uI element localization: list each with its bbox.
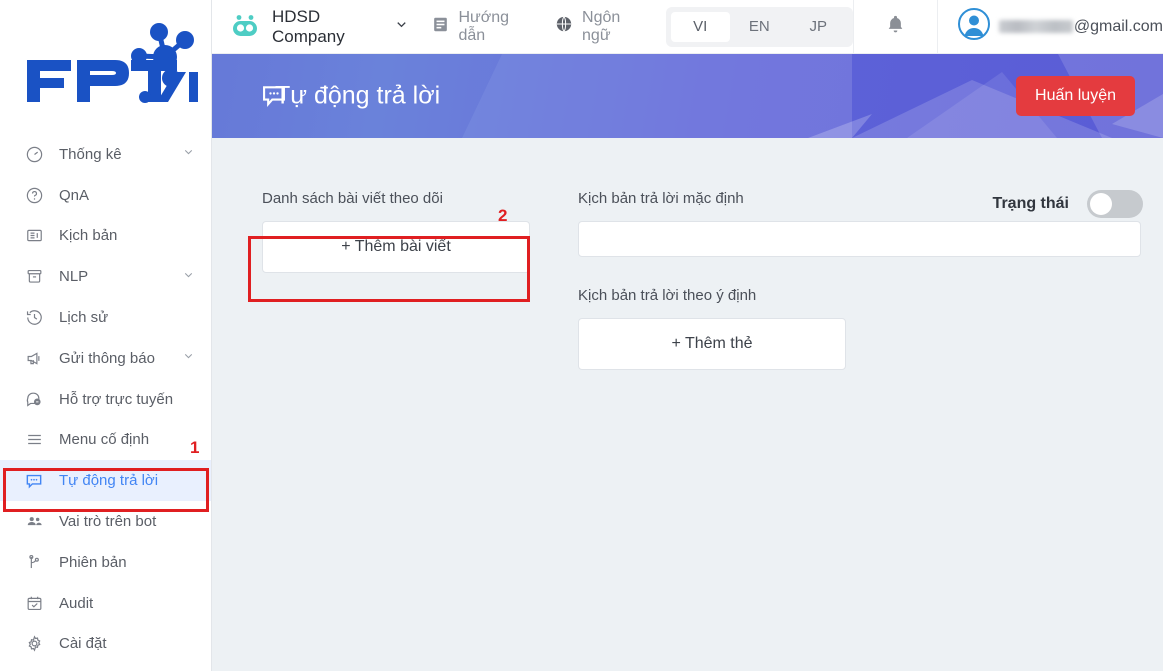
- sidebar-item-nlp[interactable]: NLP: [0, 256, 211, 297]
- redacted-username: [998, 20, 1073, 33]
- chevron-down-icon: [182, 146, 195, 163]
- branch-icon: [22, 551, 46, 573]
- sidebar-item-label: NLP: [59, 268, 89, 286]
- history-clock-icon: [22, 307, 46, 329]
- reply-scripts-section: Kịch bản trả lời mặc định Trạng thái Kịc…: [578, 190, 1143, 370]
- sidebar-item-auto-reply[interactable]: Tự động trả lời: [0, 460, 211, 502]
- status-toggle-group: Trạng thái: [993, 190, 1143, 218]
- train-button[interactable]: Huấn luyện: [1016, 76, 1135, 116]
- annotation-number-2: 2: [498, 206, 508, 225]
- globe-icon: [554, 14, 574, 39]
- sidebar-item-thong-ke[interactable]: Thống kê: [0, 134, 211, 175]
- sidebar-item-label: Phiên bản: [59, 553, 127, 571]
- tracked-posts-section: Danh sách bài viết theo dõi + Thêm bài v…: [262, 190, 552, 273]
- company-name: HDSD Company: [272, 6, 345, 46]
- page-title: Tự động trả lời: [275, 81, 441, 110]
- notifications-button[interactable]: [854, 0, 937, 54]
- sidebar-item-cai-dat[interactable]: Cài đặt: [0, 624, 211, 665]
- add-post-button[interactable]: + Thêm bài viết: [262, 221, 530, 273]
- intent-reply-label: Kịch bản trả lời theo ý định: [578, 287, 757, 304]
- chevron-down-icon: [182, 350, 195, 367]
- hamburger-icon: [22, 429, 46, 451]
- account-email: @gmail.com: [998, 17, 1163, 36]
- sidebar-item-lich-su[interactable]: Lịch sử: [0, 297, 211, 338]
- toggle-knob: [1090, 193, 1112, 215]
- sidebar-item-qna[interactable]: QnA: [0, 175, 211, 216]
- chevron-down-icon: [182, 268, 195, 285]
- add-tag-button[interactable]: + Thêm thẻ: [578, 318, 846, 370]
- banner-title-group: Tự động trả lời: [260, 82, 440, 111]
- question-circle-icon: [22, 184, 46, 206]
- guide-label: Hướng dẫn: [458, 8, 510, 44]
- main-content: Danh sách bài viết theo dõi + Thêm bài v…: [212, 138, 1163, 671]
- account-menu[interactable]: @gmail.com: [938, 8, 1163, 45]
- gauge-icon: [22, 143, 46, 165]
- sidebar-item-phien-ban[interactable]: Phiên bản: [0, 542, 211, 583]
- bell-icon: [884, 13, 907, 41]
- user-avatar-icon: [957, 8, 990, 45]
- lang-option-en[interactable]: EN: [730, 12, 789, 42]
- sidebar-item-gui-thong-bao[interactable]: Gửi thông báo: [0, 338, 211, 379]
- megaphone-icon: [22, 347, 46, 369]
- sidebar-item-label: Gửi thông báo: [59, 349, 155, 367]
- top-header: HDSD Company Hướng dẫn Ngôn ngữ VI EN JP…: [212, 0, 1163, 54]
- sidebar-item-menu-co-dinh[interactable]: Menu cố định: [0, 420, 211, 461]
- page-banner: Tự động trả lời Huấn luyện: [212, 54, 1163, 138]
- language-switcher: VI EN JP: [665, 6, 853, 47]
- sidebar-item-label: QnA: [59, 186, 90, 204]
- document-icon: [431, 15, 450, 39]
- gear-icon: [22, 633, 46, 655]
- sidebar-item-ho-tro-truc-tuyen[interactable]: Hỗ trợ trực tuyến: [0, 379, 211, 420]
- sidebar-item-label: Menu cố định: [59, 431, 150, 449]
- chevron-down-icon: [394, 17, 409, 37]
- sidebar-item-label: Tự động trả lời: [59, 472, 159, 490]
- language-label: Ngôn ngữ: [582, 8, 621, 44]
- company-selector[interactable]: HDSD Company: [272, 7, 409, 47]
- robot-icon: [230, 14, 260, 40]
- article-icon: [22, 225, 46, 247]
- sidebar-item-vai-tro-tren-bot[interactable]: Vai trò trên bot: [0, 501, 211, 542]
- status-toggle[interactable]: [1087, 190, 1143, 218]
- calendar-check-icon: [22, 592, 46, 614]
- archive-box-icon: [22, 266, 46, 288]
- people-icon: [22, 511, 46, 533]
- brand-logo[interactable]: [0, 0, 211, 132]
- speech-bubble-icon: [22, 470, 46, 492]
- language-link[interactable]: Ngôn ngữ: [554, 9, 646, 45]
- lang-option-vi[interactable]: VI: [670, 11, 730, 42]
- chat-support-icon: [22, 388, 46, 410]
- sidebar-item-label: Lịch sử: [59, 309, 109, 327]
- tracked-posts-label: Danh sách bài viết theo dõi: [262, 190, 443, 207]
- sidebar-item-label: Thống kê: [59, 145, 122, 163]
- sidebar: Thống kê QnA Kịch bản NLP Lịch sử Gửi th…: [0, 0, 212, 671]
- sidebar-item-kich-ban[interactable]: Kịch bản: [0, 216, 211, 257]
- guide-link[interactable]: Hướng dẫn: [431, 9, 532, 45]
- app-root: Thống kê QnA Kịch bản NLP Lịch sử Gửi th…: [0, 0, 1163, 671]
- sidebar-item-label: Audit: [59, 594, 94, 612]
- sidebar-item-audit[interactable]: Audit: [0, 583, 211, 624]
- sidebar-item-label: Vai trò trên bot: [59, 513, 157, 531]
- lang-option-jp[interactable]: JP: [789, 12, 848, 42]
- sidebar-nav: Thống kê QnA Kịch bản NLP Lịch sử Gửi th…: [0, 132, 211, 664]
- sidebar-item-label: Cài đặt: [59, 635, 107, 653]
- account-email-suffix: @gmail.com: [1073, 17, 1163, 35]
- status-label: Trạng thái: [992, 195, 1069, 212]
- fpt-ai-logo-icon: [26, 23, 198, 103]
- default-reply-input[interactable]: [578, 221, 1141, 257]
- sidebar-item-label: Hỗ trợ trực tuyến: [59, 390, 174, 408]
- annotation-number-1: 1: [190, 438, 200, 457]
- sidebar-item-label: Kịch bản: [59, 227, 118, 245]
